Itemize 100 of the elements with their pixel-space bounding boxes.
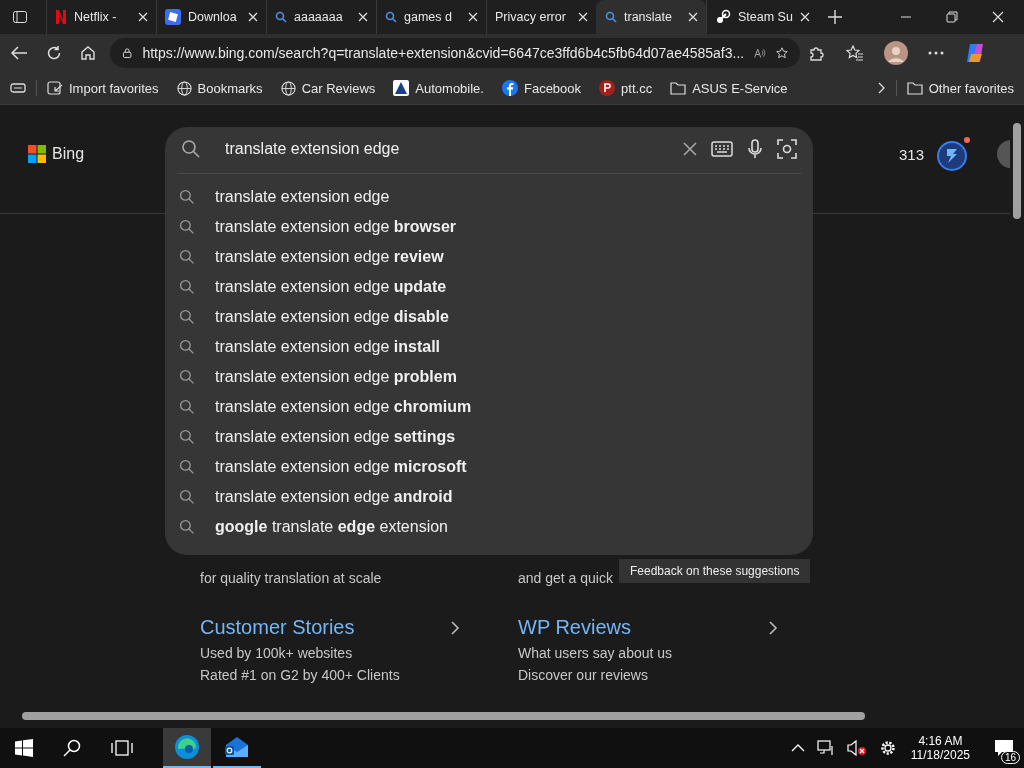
close-tab-icon[interactable]: [248, 12, 258, 22]
edge-taskbar-button[interactable]: [163, 728, 211, 768]
restore-icon[interactable]: [946, 11, 958, 23]
profile-avatar-icon[interactable]: [884, 41, 908, 65]
microphone-icon[interactable]: [747, 139, 763, 159]
search-icon: [179, 219, 195, 235]
folder-icon: [670, 81, 687, 95]
globe-icon: [176, 80, 192, 96]
import-icon: [47, 81, 63, 95]
task-view-icon[interactable]: [111, 739, 133, 757]
suggestion-item[interactable]: translate extension edge browser: [177, 212, 801, 242]
windows-start-icon[interactable]: [15, 739, 33, 757]
search-icon: [179, 429, 195, 445]
card-title-link[interactable]: WP Reviews: [518, 616, 631, 639]
search-icon: [179, 399, 195, 415]
edge-icon: [174, 734, 200, 760]
mail-icon: [224, 735, 250, 759]
card-text: Discover our reviews: [518, 667, 648, 683]
search-icon: [179, 489, 195, 505]
star-icon[interactable]: [776, 45, 788, 61]
search-icon: [179, 369, 195, 385]
search-icon[interactable]: [63, 739, 81, 757]
favorite-link[interactable]: Facebook: [501, 80, 582, 96]
search-icon: [179, 249, 195, 265]
refresh-icon[interactable]: [46, 45, 62, 61]
home-icon[interactable]: [80, 45, 96, 61]
keyboard-icon[interactable]: [711, 141, 733, 157]
windows-logo-icon: [28, 145, 46, 163]
chevron-right-icon[interactable]: [450, 619, 460, 636]
close-tab-icon[interactable]: [358, 12, 368, 22]
browser-tab[interactable]: translate: [596, 0, 706, 34]
card-text: for quality translation at scale: [200, 570, 382, 586]
rewards-points[interactable]: 313: [898, 145, 924, 163]
favorite-link[interactable]: Bookmarks: [176, 80, 263, 96]
search-icon: [181, 139, 201, 159]
rewards-medal-icon[interactable]: [936, 136, 972, 172]
suggestion-item[interactable]: translate extension edge android: [177, 482, 801, 512]
suggestion-item[interactable]: translate extension edge microsoft: [177, 452, 801, 482]
clock-date[interactable]: 11/18/2025: [910, 748, 970, 762]
suggestion-item[interactable]: translate extension edge settings: [177, 422, 801, 452]
new-tab-icon[interactable]: [828, 10, 842, 24]
visual-search-icon[interactable]: [777, 139, 797, 159]
close-tab-icon[interactable]: [688, 12, 698, 22]
suggestion-item[interactable]: translate extension edge problem: [177, 362, 801, 392]
read-aloud-icon[interactable]: [754, 46, 767, 60]
close-tab-icon[interactable]: [468, 12, 478, 22]
card-text: What users say about us: [518, 645, 673, 661]
favorite-link[interactable]: Automobile.: [393, 80, 484, 96]
favorite-link[interactable]: Car Reviews: [280, 80, 376, 96]
suggestion-item[interactable]: translate extension edge disable: [177, 302, 801, 332]
chevron-up-icon[interactable]: [790, 743, 805, 753]
url-text: https://www.bing.com/search?q=translate+extension&cvid=6647ce3ffd6b4c5fb64d07ae4585af3...: [142, 45, 745, 61]
steam-icon: [715, 9, 731, 25]
clock-time[interactable]: 4:16 AM: [918, 734, 963, 748]
search-icon: [179, 279, 195, 295]
search-icon: [179, 519, 195, 535]
suggestion-item[interactable]: translate extension edge chromium: [177, 392, 801, 422]
back-icon[interactable]: [10, 45, 28, 61]
netflix-icon: [55, 9, 67, 25]
tab-icon[interactable]: [10, 82, 26, 94]
chevron-right-icon[interactable]: [768, 619, 778, 636]
favorite-link[interactable]: Import favorites: [47, 80, 159, 96]
close-tab-icon[interactable]: [799, 12, 810, 22]
suggestion-item[interactable]: translate extension edge: [177, 182, 801, 212]
address-bar[interactable]: https://www.bing.com/search?q=translate+extension&cvid=6647ce3ffd6b4c5fb64d07ae4585af3...: [110, 38, 800, 68]
notification-count: 16: [1000, 751, 1020, 764]
close-tab-icon[interactable]: [138, 12, 148, 22]
triangle-icon: [393, 80, 410, 96]
gear-icon[interactable]: [878, 739, 897, 757]
search-field[interactable]: translate extension edge: [215, 140, 669, 158]
suggestion-item[interactable]: translate extension edge install: [177, 332, 801, 362]
copilot-icon[interactable]: [964, 42, 986, 64]
tab-actions-icon[interactable]: [12, 9, 28, 25]
network-icon[interactable]: [816, 740, 835, 756]
clear-icon[interactable]: [683, 142, 697, 156]
favorite-link[interactable]: ptt.cc: [599, 80, 653, 96]
globe-icon: [280, 80, 296, 96]
card-text: Rated #1 on G2 by 400+ Clients: [200, 667, 400, 683]
suggestion-item[interactable]: translate extension edge review: [177, 242, 801, 272]
close-tab-icon[interactable]: [578, 12, 588, 22]
search-icon: [385, 11, 397, 23]
folder-icon: [906, 81, 923, 95]
puzzle-icon[interactable]: [808, 44, 826, 62]
search-icon: [179, 309, 195, 325]
search-icon: [179, 339, 195, 355]
favorites-icon[interactable]: [846, 45, 864, 61]
bing-logo[interactable]: Bing: [28, 145, 85, 163]
speaker-muted-icon[interactable]: [846, 740, 867, 756]
suggestion-item[interactable]: translate extension edge update: [177, 272, 801, 302]
feedback-tooltip[interactable]: Feedback on these suggestions: [619, 559, 811, 583]
notification-button[interactable]: 16: [984, 728, 1024, 768]
search-icon: [179, 459, 195, 475]
favorite-link[interactable]: ASUS E-Service: [670, 80, 788, 96]
suggestion-item[interactable]: google translate edge extension: [177, 512, 801, 542]
close-icon[interactable]: [992, 11, 1004, 23]
lock-icon: [122, 46, 133, 60]
more-icon[interactable]: [928, 51, 944, 55]
card-title-link[interactable]: Customer Stories: [200, 616, 355, 639]
other-favorites-link[interactable]: Other favorites: [906, 80, 1014, 96]
card-text: Used by 100k+ websites: [200, 645, 353, 661]
